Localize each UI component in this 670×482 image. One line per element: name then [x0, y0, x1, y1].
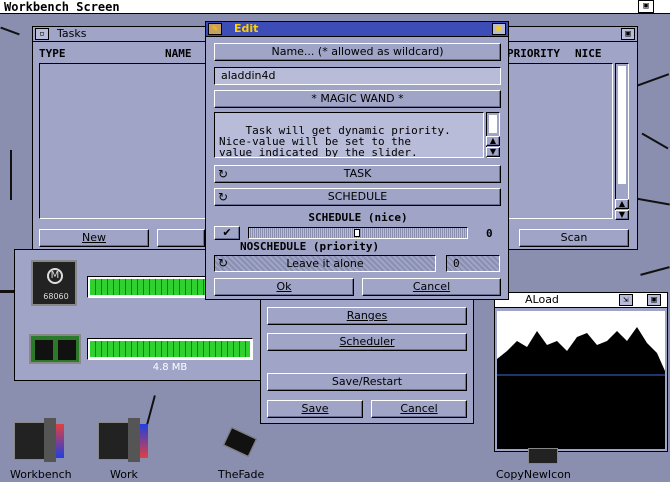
- cycle-icon: ↻: [218, 167, 229, 181]
- task-cycle-label: TASK: [343, 167, 372, 180]
- help-scroll-down-button[interactable]: ▼: [486, 147, 500, 157]
- depth-gadget-icon[interactable]: ▣: [638, 0, 654, 13]
- noschedule-label: NOSCHEDULE (priority): [240, 240, 380, 253]
- close-gadget-icon[interactable]: ✎: [208, 23, 222, 35]
- prefs-panel: Ranges Scheduler Save/Restart Save Cance…: [260, 296, 474, 424]
- cycle-icon: ↻: [218, 256, 229, 270]
- backdrop-crack: [641, 132, 669, 150]
- tasks-header-priority[interactable]: PRIORITY: [507, 47, 560, 60]
- depth-gadget-icon[interactable]: ▣: [647, 294, 661, 306]
- tool-icon[interactable]: [528, 448, 558, 464]
- memory-load-fill: [90, 341, 250, 357]
- schedule-nice-label: SCHEDULE (nice): [308, 211, 408, 224]
- task-cycle-button[interactable]: ↻ TASK: [214, 165, 501, 183]
- save-restart-button[interactable]: Save/Restart: [267, 373, 467, 391]
- thefade-icon-label[interactable]: TheFade: [218, 468, 265, 481]
- scan-button[interactable]: Scan: [519, 229, 629, 247]
- tasks-title: Tasks: [57, 27, 87, 40]
- depth-gadget-icon[interactable]: ▣: [492, 23, 506, 35]
- name-input-value: aladdin4d: [221, 69, 276, 82]
- tasks-scrollbar[interactable]: [615, 63, 629, 219]
- scroll-up-button[interactable]: ▲: [615, 199, 629, 209]
- work-icon-label[interactable]: Work: [110, 468, 138, 481]
- copynewicon-icon-label[interactable]: CopyNewIcon: [496, 468, 571, 481]
- schedule-cycle-button[interactable]: ↻ SCHEDULE: [214, 188, 501, 206]
- backdrop-crack: [0, 26, 20, 36]
- name-input[interactable]: aladdin4d: [214, 67, 501, 85]
- aload-window: ALoad ⇲ ▣: [494, 292, 668, 452]
- name-button[interactable]: Name... (* allowed as wildcard): [214, 43, 501, 61]
- screen-title-bar[interactable]: Workbench Screen ▣: [0, 0, 670, 14]
- chip-icon[interactable]: [223, 427, 257, 457]
- ranges-button[interactable]: Ranges: [267, 307, 467, 325]
- scroll-down-button[interactable]: ▼: [615, 210, 629, 220]
- aload-graph-area: [497, 327, 665, 449]
- prefs-save-button[interactable]: Save: [267, 400, 363, 418]
- schedule-cycle-label: SCHEDULE: [327, 190, 388, 203]
- edit-titlebar[interactable]: ✎ Edit ▣: [206, 22, 508, 37]
- new-button[interactable]: New: [39, 229, 149, 247]
- help-text-area[interactable]: Task will get dynamic priority. Nice-val…: [214, 112, 484, 158]
- help-scroll-up-button[interactable]: ▲: [486, 136, 500, 146]
- cpu-label: 68060: [43, 292, 69, 301]
- screen-title: Workbench Screen: [4, 0, 120, 14]
- work-drive-icon[interactable]: [98, 414, 150, 466]
- memory-chip-icon: [29, 334, 81, 364]
- leave-alone-button: ↻ Leave it alone: [214, 255, 436, 272]
- tasks-header-nice[interactable]: NICE: [575, 47, 602, 60]
- edit-window: ✎ Edit ▣ Name... (* allowed as wildcard)…: [205, 21, 509, 300]
- backdrop-crack: [10, 150, 12, 200]
- backdrop-crack: [0, 290, 14, 293]
- help-text: Task will get dynamic priority. Nice-val…: [219, 124, 451, 158]
- prefs-cancel-button[interactable]: Cancel: [371, 400, 467, 418]
- memory-load-bar: [87, 338, 253, 360]
- cancel-button[interactable]: Cancel: [362, 278, 501, 296]
- priority-value: 0: [453, 257, 460, 270]
- tasks-button-2[interactable]: [157, 229, 205, 247]
- leave-alone-label: Leave it alone: [286, 257, 364, 270]
- memory-text: 4.8 MB: [152, 362, 188, 373]
- magic-wand-button[interactable]: * MAGIC WAND *: [214, 90, 501, 108]
- aload-title: ALoad: [525, 293, 559, 306]
- scheduler-button[interactable]: Scheduler: [267, 333, 467, 351]
- nice-slider-value: 0: [486, 227, 493, 240]
- nice-slider-knob[interactable]: [354, 229, 360, 237]
- priority-field: 0: [446, 255, 500, 272]
- cpu-chip-icon: M 68060: [31, 260, 77, 306]
- scrollbar-knob[interactable]: [618, 66, 626, 184]
- edit-title: Edit: [234, 22, 259, 35]
- cycle-icon: ↻: [218, 190, 229, 204]
- depth-gadget-icon[interactable]: ▣: [621, 28, 635, 40]
- nice-slider[interactable]: [248, 227, 468, 239]
- schedule-check[interactable]: ✔: [214, 226, 240, 240]
- zoom-gadget-icon[interactable]: ⇲: [619, 294, 633, 306]
- aload-graph: [497, 311, 665, 449]
- workbench-drive-icon[interactable]: [14, 414, 66, 466]
- aload-titlebar[interactable]: ALoad ⇲ ▣: [495, 293, 667, 308]
- ok-button[interactable]: Ok: [214, 278, 354, 296]
- workbench-icon-label[interactable]: Workbench: [10, 468, 72, 481]
- backdrop-crack: [640, 266, 670, 276]
- tasks-header-name[interactable]: NAME: [165, 47, 192, 60]
- close-gadget-icon[interactable]: ▫: [35, 28, 49, 40]
- tasks-header-type[interactable]: TYPE: [39, 47, 66, 60]
